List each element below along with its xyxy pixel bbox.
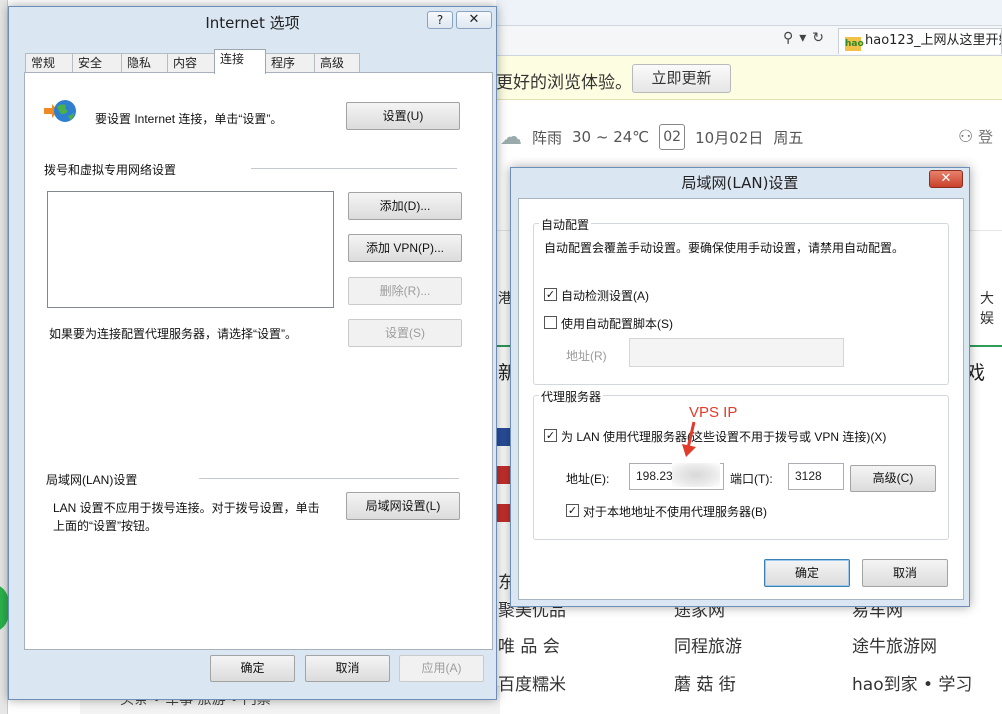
use-proxy-checkbox[interactable]: ✓ <box>544 429 557 442</box>
ok-button[interactable]: 确定 <box>764 559 850 587</box>
browser-topbar <box>496 0 1002 26</box>
lan-settings-button[interactable]: 局域网设置(L) <box>346 492 460 520</box>
tab-content[interactable]: 内容 <box>167 53 215 73</box>
dialog-title: Internet 选项 <box>205 14 300 32</box>
group-divider <box>199 478 459 479</box>
use-proxy-label[interactable]: 为 LAN 使用代理服务器(这些设置不用于拨号或 VPN 连接)(X) <box>561 428 886 445</box>
apply-button[interactable]: 应用(A) <box>399 655 484 682</box>
auto-config-description: 自动配置会覆盖手动设置。要确保使用手动设置，请禁用自动配置。 <box>544 241 905 255</box>
weekday-text: 周五 <box>773 128 804 147</box>
update-now-button[interactable]: 立即更新 <box>632 64 731 93</box>
script-address-label: 地址(R) <box>566 349 607 363</box>
site-link[interactable]: 同程旅游 <box>674 632 742 657</box>
site-link[interactable]: 唯 品 会 <box>498 632 560 657</box>
help-button[interactable]: ? <box>427 11 453 29</box>
globe-connection-icon <box>44 100 76 122</box>
dialup-vpn-heading: 拨号和虚拟专用网络设置 <box>44 163 177 177</box>
tab-privacy[interactable]: 隐私 <box>121 53 168 73</box>
site-link[interactable]: hao到家 • 学习 <box>852 670 972 695</box>
lan-settings-panel: 自动配置 自动配置会覆盖手动设置。要确保使用手动设置，请禁用自动配置。 ✓ 自动… <box>518 198 964 600</box>
date-text: 10月02日 <box>695 128 764 147</box>
bypass-local-checkbox[interactable]: ✓ <box>566 504 579 517</box>
hao123-logo-icon: hao <box>845 37 864 51</box>
weather-widget[interactable]: ☁ 阵雨 30 ~ 24℃ 02 10月02日 周五 <box>500 118 803 156</box>
proxy-server-heading: 代理服务器 <box>539 388 604 405</box>
red-arrow-icon <box>682 421 696 457</box>
browser-tab[interactable]: haohao123_上网从这里开始 <box>838 28 1002 54</box>
redacted-ip-blur <box>672 463 720 487</box>
vps-ip-annotation: VPS IP <box>689 404 738 421</box>
close-button[interactable]: ✕ <box>456 11 492 29</box>
lan-description-line1: LAN 设置不应用于拨号连接。对于拨号设置，单击 <box>53 501 320 515</box>
login-text: 登 <box>978 128 994 146</box>
tab-advanced[interactable]: 高级 <box>314 53 360 73</box>
connection-settings-button[interactable]: 设置(S) <box>348 319 462 347</box>
tab-security[interactable]: 安全 <box>72 53 122 73</box>
site-link[interactable]: 途牛旅游网 <box>852 632 937 657</box>
connections-panel: 要设置 Internet 连接，单击“设置”。 设置(U) 拨号和虚拟专用网络设… <box>24 72 493 650</box>
tab-programs[interactable]: 程序 <box>265 53 315 73</box>
dialog-title: 局域网(LAN)设置 <box>681 174 799 192</box>
category-link-right[interactable]: 大娱 <box>980 288 1002 328</box>
auto-detect-checkbox[interactable]: ✓ <box>544 288 557 301</box>
rain-cloud-icon: ☁ <box>500 124 522 150</box>
lan-settings-heading: 局域网(LAN)设置 <box>46 473 138 487</box>
cancel-button[interactable]: 取消 <box>305 655 390 682</box>
browser-tab-title: hao123_上网从这里开始 <box>865 33 1002 48</box>
tab-general[interactable]: 常规 <box>25 53 73 73</box>
tab-connections[interactable]: 连接 <box>214 49 266 74</box>
weather-condition: 阵雨 <box>532 128 563 147</box>
link-row: 百度糯米 蘑 菇 街 hao到家 • 学习 <box>498 670 1002 696</box>
proxy-hint-text: 如果要为连接配置代理服务器，请选择“设置”。 <box>49 327 297 341</box>
lan-description-line2: 上面的“设置”按钮。 <box>53 519 157 533</box>
proxy-port-input[interactable]: 3128 <box>788 463 844 490</box>
add-vpn-button[interactable]: 添加 VPN(P)... <box>348 234 462 262</box>
calendar-icon: 02 <box>659 124 686 150</box>
weather-temp: 30 ~ 24℃ <box>572 128 650 146</box>
bypass-local-label[interactable]: 对于本地地址不使用代理服务器(B) <box>583 503 767 520</box>
update-notice-text: 更好的浏览体验。 <box>496 73 632 93</box>
ok-button[interactable]: 确定 <box>210 655 295 682</box>
site-link[interactable]: 蘑 菇 街 <box>674 670 736 695</box>
remove-button[interactable]: 删除(R)... <box>348 277 462 305</box>
auto-script-label[interactable]: 使用自动配置脚本(S) <box>561 315 673 332</box>
site-link[interactable]: 百度糯米 <box>498 670 566 695</box>
setup-button[interactable]: 设置(U) <box>346 102 460 130</box>
link-row: 唯 品 会 同程旅游 途牛旅游网 <box>498 632 1002 658</box>
auto-detect-label[interactable]: 自动检测设置(A) <box>561 287 649 304</box>
login-link[interactable]: ⚇ 登 <box>958 126 993 147</box>
lan-settings-dialog: 局域网(LAN)设置 ✕ 自动配置 自动配置会覆盖手动设置。要确保使用手动设置，… <box>510 167 970 607</box>
script-address-input[interactable] <box>629 338 844 367</box>
user-icon: ⚇ <box>958 127 974 147</box>
auto-config-heading: 自动配置 <box>539 216 592 233</box>
close-button[interactable]: ✕ <box>929 170 963 188</box>
internet-options-dialog: Internet 选项 ? ✕ 常规 安全 隐私 内容 连接 程序 高级 要设置… <box>8 6 497 700</box>
auto-script-checkbox[interactable] <box>544 316 557 329</box>
advanced-button[interactable]: 高级(C) <box>850 465 936 492</box>
proxy-address-label: 地址(E): <box>566 472 610 486</box>
connections-listbox[interactable] <box>47 191 334 308</box>
add-button[interactable]: 添加(D)... <box>348 192 462 220</box>
proxy-port-label: 端口(T): <box>730 472 773 486</box>
group-divider <box>251 168 457 169</box>
setup-description: 要设置 Internet 连接，单击“设置”。 <box>95 112 283 126</box>
cancel-button[interactable]: 取消 <box>862 559 948 587</box>
search-refresh-icons[interactable]: ⚲▾↻ <box>783 30 835 50</box>
